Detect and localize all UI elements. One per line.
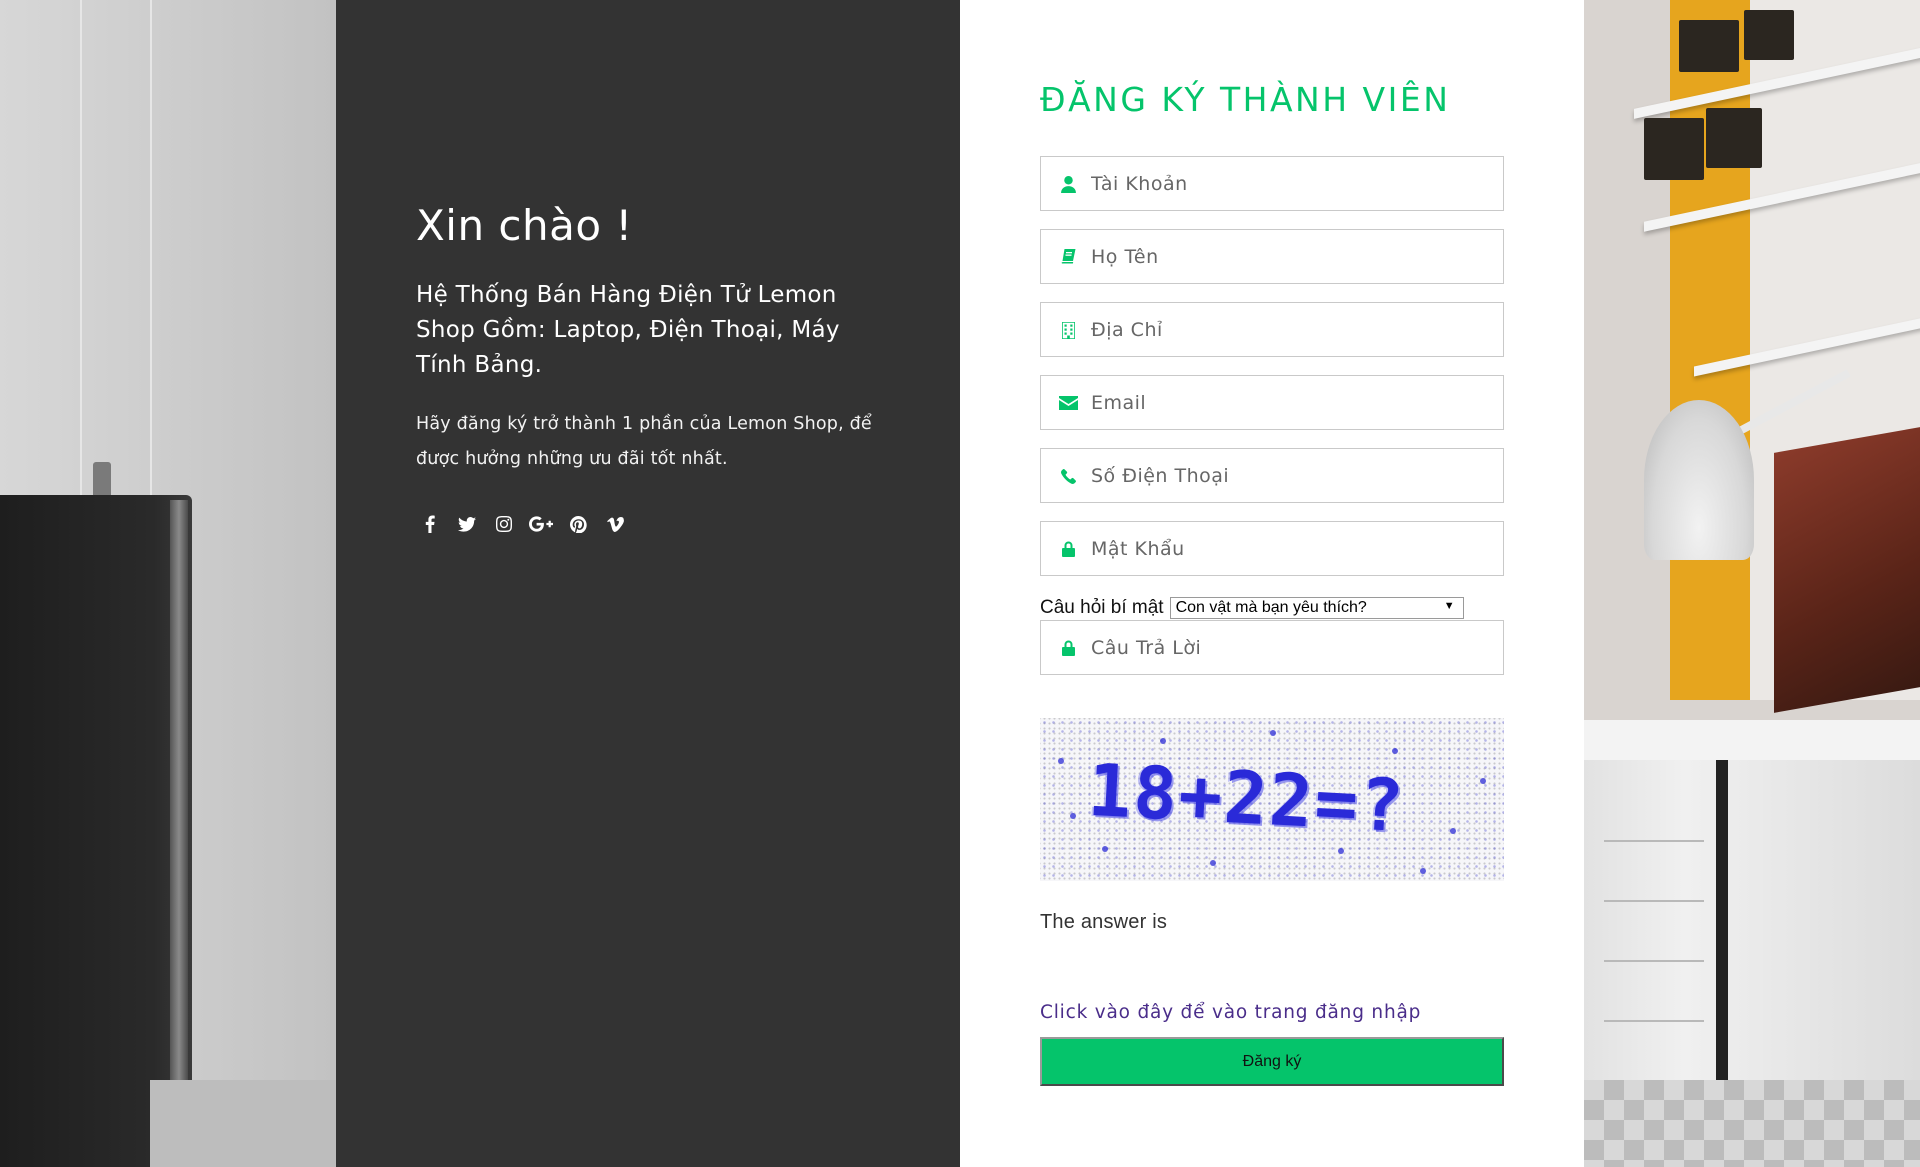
secret-question-row: Câu hỏi bí mật Con vật mà bạn yêu thích?…: [1040, 596, 1504, 620]
captcha-noise-dot: [1102, 846, 1108, 852]
phone-input[interactable]: [1091, 449, 1491, 502]
password-input[interactable]: [1091, 522, 1491, 575]
username-field: [1040, 156, 1504, 211]
captcha-noise-dot: [1392, 748, 1398, 754]
registration-panel: ĐĂNG KÝ THÀNH VIÊN Tài Khoản Họ Tên Địa …: [960, 0, 1584, 1167]
username-input[interactable]: [1091, 157, 1491, 210]
captcha-noise-dot: [1070, 813, 1076, 819]
door-frame-line: [150, 0, 152, 560]
captcha-noise-dot: [1270, 730, 1276, 736]
email-field: [1040, 375, 1504, 430]
captcha-noise-dot: [1450, 828, 1456, 834]
monitor-edge: [170, 500, 188, 1140]
password-field: [1040, 521, 1504, 576]
captcha-image: 18+22=?: [1040, 718, 1504, 881]
secret-question-label: Câu hỏi bí mật: [1040, 597, 1164, 618]
address-input[interactable]: [1091, 303, 1491, 356]
lock-icon: [1058, 639, 1078, 657]
background-photo-right: [1584, 0, 1920, 1167]
address-field: [1040, 302, 1504, 357]
secret-answer-input[interactable]: [1091, 621, 1491, 674]
captcha-noise-dot: [1338, 848, 1344, 854]
desk-leg: [1716, 760, 1728, 1090]
monitor-back: [0, 495, 192, 1167]
storage-box: [1706, 108, 1762, 168]
desk-drawers: [1584, 760, 1920, 1090]
dropdown-arrow-icon: ▼: [1443, 600, 1455, 612]
pinterest-icon[interactable]: [564, 511, 592, 537]
login-link[interactable]: Click vào đây để vào trang đăng nhập: [1040, 1002, 1504, 1023]
book-icon: [1058, 248, 1078, 266]
social-links: [416, 511, 886, 537]
storage-box: [1679, 20, 1739, 72]
captcha-noise-dot: [1480, 778, 1486, 784]
fullname-input[interactable]: [1091, 230, 1491, 283]
vimeo-icon[interactable]: [601, 511, 629, 537]
phone-field: [1040, 448, 1504, 503]
fullname-field: [1040, 229, 1504, 284]
welcome-description: Hãy đăng ký trở thành 1 phần của Lemon S…: [416, 414, 872, 469]
registration-form: ĐĂNG KÝ THÀNH VIÊN Tài Khoản Họ Tên Địa …: [1040, 78, 1504, 1086]
building-icon: [1058, 321, 1078, 339]
door-frame-line: [80, 0, 82, 560]
captcha-noise-dot: [1160, 738, 1166, 744]
desk-top: [1584, 720, 1920, 760]
drawer-line: [1604, 960, 1704, 962]
welcome-content: Xin chào ! Hệ Thống Bán Hàng Điện Tử Lem…: [416, 200, 886, 537]
captcha-noise-dot: [1210, 860, 1216, 866]
email-input[interactable]: [1091, 376, 1491, 429]
lock-icon: [1058, 540, 1078, 558]
computer-monitor: [1774, 427, 1920, 713]
form-fields: Câu hỏi bí mật Con vật mà bạn yêu thích?…: [1040, 156, 1504, 675]
instagram-icon[interactable]: [490, 511, 518, 537]
background-photo-left: [0, 0, 336, 1167]
register-button[interactable]: Đăng ký: [1040, 1037, 1504, 1086]
desk-surface: [150, 1080, 336, 1167]
welcome-title: Xin chào !: [416, 201, 633, 250]
drawer-line: [1604, 840, 1704, 842]
secret-question-selected: Con vật mà bạn yêu thích?: [1175, 599, 1367, 616]
captcha-text: 18+22=?: [1086, 747, 1408, 849]
registration-page: Xin chào ! Hệ Thống Bán Hàng Điện Tử Lem…: [0, 0, 1920, 1167]
drawer-line: [1604, 1020, 1704, 1022]
desk-lamp: [1644, 400, 1754, 560]
form-title: ĐĂNG KÝ THÀNH VIÊN: [1040, 80, 1451, 119]
secret-answer-field: [1040, 620, 1504, 675]
captcha-noise-dot: [1058, 758, 1064, 764]
checkered-floor: [1584, 1080, 1920, 1167]
user-icon: [1058, 175, 1078, 193]
envelope-icon: [1058, 394, 1078, 412]
captcha-noise-dot: [1420, 868, 1426, 874]
google-plus-icon[interactable]: [527, 511, 555, 537]
storage-box: [1644, 118, 1704, 180]
secret-question-select[interactable]: Con vật mà bạn yêu thích? ▼: [1169, 597, 1464, 619]
welcome-lead: Hệ Thống Bán Hàng Điện Tử Lemon Shop Gồm…: [416, 282, 840, 378]
welcome-panel: Xin chào ! Hệ Thống Bán Hàng Điện Tử Lem…: [336, 0, 960, 1167]
phone-icon: [1058, 467, 1078, 485]
drawer-line: [1604, 900, 1704, 902]
twitter-icon[interactable]: [453, 511, 481, 537]
facebook-icon[interactable]: [416, 511, 444, 537]
captcha-answer-label: The answer is: [1040, 911, 1168, 933]
storage-box: [1744, 10, 1794, 60]
